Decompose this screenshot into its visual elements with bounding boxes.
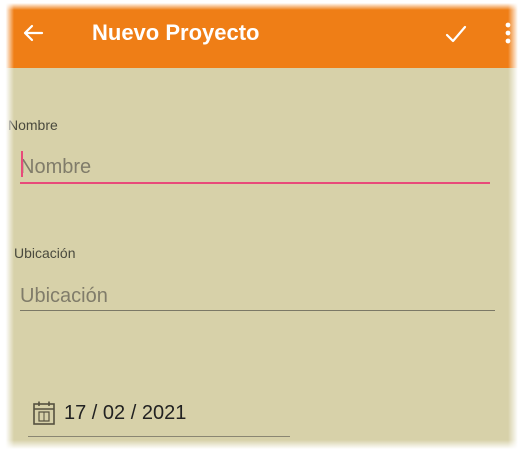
date-value: 17 / 02 / 2021	[64, 402, 187, 424]
paper-edge-bottom	[0, 440, 530, 458]
screen: Nuevo Proyecto Nombre Ubicación 17 / 0	[0, 0, 530, 458]
name-input[interactable]	[20, 152, 490, 184]
calendar-icon	[33, 401, 55, 425]
save-button[interactable]	[442, 20, 470, 48]
paper-edge-left	[0, 0, 14, 458]
back-button[interactable]	[18, 18, 48, 48]
check-icon	[445, 25, 467, 43]
paper-edge-right	[508, 0, 530, 458]
arrow-left-icon	[23, 24, 44, 42]
page-title: Nuevo Proyecto	[92, 20, 260, 45]
text-cursor	[21, 151, 23, 177]
location-label: Ubicación	[14, 245, 76, 261]
name-label: Nombre	[8, 117, 58, 133]
paper-edge-top	[0, 0, 530, 10]
location-input[interactable]	[20, 282, 495, 311]
app-bar: Nuevo Proyecto	[0, 0, 530, 68]
date-picker[interactable]: 17 / 02 / 2021	[28, 398, 290, 437]
